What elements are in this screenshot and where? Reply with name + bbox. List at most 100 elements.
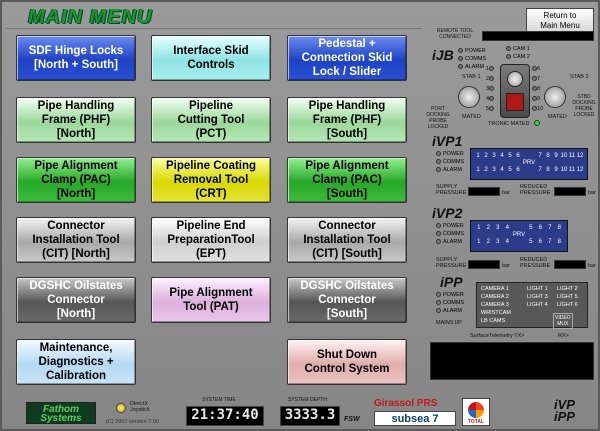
status-led-label: ALARM xyxy=(465,64,484,70)
channel-number: 8 xyxy=(537,86,541,92)
return-to-main-menu-button[interactable]: Return to Main Menu xyxy=(526,8,594,32)
ijb-channel: 4 xyxy=(486,96,495,102)
valve-number: 1 xyxy=(476,167,480,173)
channel-led-icon xyxy=(489,106,495,112)
status-led-row: CAM 2 xyxy=(506,54,530,62)
ijb-camera-leds: CAM 1 CAM 2 xyxy=(506,46,530,62)
cit-south-button[interactable]: Connector Installation Tool (CIT) [South… xyxy=(287,217,407,263)
status-led-icon xyxy=(436,167,441,173)
valve-number: 5 xyxy=(529,225,533,231)
ijb-channel: 1 xyxy=(486,66,495,72)
ivp1-title: iVP1 xyxy=(432,133,463,149)
joystick-icon xyxy=(116,403,126,413)
channel-led-icon xyxy=(489,96,495,102)
channel-number: 7 xyxy=(537,76,541,82)
shutdown-button[interactable]: Shut Down Control System xyxy=(287,339,407,385)
status-led-icon xyxy=(436,308,441,314)
status-led-label: COMMS xyxy=(443,231,465,237)
pac-south-button[interactable]: Pipe Alignment Clamp (PAC) [South] xyxy=(287,157,407,203)
ipp-status-leds: POWER COMMS ALARM xyxy=(436,292,464,316)
status-led-icon xyxy=(436,231,441,237)
valve-number: 9 xyxy=(554,167,558,173)
status-led-row: POWER xyxy=(436,151,464,159)
status-led-label: ALARM xyxy=(443,167,462,173)
stab1-connector-icon xyxy=(458,86,480,108)
valve-number: 7 xyxy=(548,225,552,231)
stab1-label: STAB 1 xyxy=(462,74,481,80)
valve-number: 7 xyxy=(538,167,542,173)
directx-joystick-label: DirectX Joystick xyxy=(130,401,150,413)
valve-number: 3 xyxy=(496,239,500,245)
ept-button[interactable]: Pipeline End PreparationTool (EPT) xyxy=(151,217,271,263)
status-led-label: ALARM xyxy=(443,239,462,245)
valve-number: 9 xyxy=(554,153,558,159)
status-panel: Return to Main Menu REMOTE TOOL CONNECTE… xyxy=(426,6,598,430)
video-mux-label: VIDEO MUX xyxy=(553,313,573,329)
valve-number: 10 xyxy=(560,153,568,159)
valve-number: 8 xyxy=(546,167,550,173)
mated-right-label: MATED xyxy=(548,114,567,120)
system-time-label: SYSTEM TIME xyxy=(202,397,236,403)
copyright-label: (C) 2007 version 7.00 xyxy=(106,419,159,425)
status-led-row: POWER xyxy=(436,223,464,231)
status-led-icon xyxy=(436,300,441,306)
junction-box-icon xyxy=(500,64,530,118)
ipp-power-pack: CAMERA 1 CAMERA 2 CAMERA 3 WRISTCAM LB CAMS L… xyxy=(476,282,588,329)
phf-south-button[interactable]: Pipe Handling Frame (PHF) [South] xyxy=(287,97,407,143)
camera-label: CAMERA 2 xyxy=(481,294,509,300)
light-label: LIGHT 5 xyxy=(557,294,578,300)
ivp2-title: iVP2 xyxy=(432,205,463,221)
dgshc-north-button[interactable]: DGSHC Oilstates Connector [North] xyxy=(16,277,136,323)
ivp2-reduced-label: REDUCED PRESSURE xyxy=(520,257,551,269)
valve-number: 12 xyxy=(576,167,584,173)
ipp-title: iPP xyxy=(440,274,463,290)
valve-number: 7 xyxy=(538,153,542,159)
pat-button[interactable]: Pipe Alignment Tool (PAT) xyxy=(151,277,271,323)
interface-skid-button[interactable]: Interface Skid Controls xyxy=(151,35,271,81)
ijb-channel: 2 xyxy=(486,76,495,82)
dgshc-south-button[interactable]: DGSHC Oilstates Connector [South] xyxy=(287,277,407,323)
status-led-label: COMMS xyxy=(465,56,487,62)
ivp1-supply-label: SUPPLY PRESSURE xyxy=(436,184,467,196)
status-led-row: POWER xyxy=(458,48,486,56)
camera-label: WRISTCAM xyxy=(481,310,511,316)
maintenance-button[interactable]: Maintenance, Diagnostics + Calibration xyxy=(16,339,136,385)
status-led-row: ALARM xyxy=(458,64,486,72)
depth-unit: FSW xyxy=(344,416,360,423)
valve-number: 5 xyxy=(508,153,512,159)
phf-north-button[interactable]: Pipe Handling Frame (PHF) [North] xyxy=(16,97,136,143)
status-led-row: ALARM xyxy=(436,239,464,247)
valve-number: 1 xyxy=(477,239,481,245)
system-depth-label: SYSTEM DEPTH xyxy=(288,397,327,403)
status-led-row: COMMS xyxy=(458,56,486,64)
valve-number: 1 xyxy=(477,225,481,231)
tronic-mated-label: TRONIC MATED xyxy=(488,121,530,127)
ivp1-supply-unit: bar xyxy=(502,190,510,196)
pac-north-button[interactable]: Pipe Alignment Clamp (PAC) [North] xyxy=(16,157,136,203)
ivp1-reduced-label: REDUCED PRESSURE xyxy=(520,184,551,196)
fathom-systems-logo: Fathom Systems xyxy=(26,402,96,424)
ijb-channel: 10 xyxy=(532,106,543,112)
channel-led-icon xyxy=(489,66,495,72)
crt-button[interactable]: Pipeline Coating Removal Tool (CRT) xyxy=(151,157,271,203)
valve-number: 2 xyxy=(486,225,490,231)
status-led-icon xyxy=(436,292,441,298)
ivp1-reduced-display xyxy=(554,187,586,196)
tronic-mated-led xyxy=(534,120,540,126)
cit-north-button[interactable]: Connector Installation Tool (CIT) [North… xyxy=(16,217,136,263)
channel-number: 9 xyxy=(537,96,541,102)
pedestal-button[interactable]: Pedestal + Connection Skid Lock / Slider xyxy=(287,35,407,81)
channel-led-icon xyxy=(489,76,495,82)
system-time-display: 21:37:40 xyxy=(186,406,264,426)
valve-number: 1 xyxy=(476,153,480,159)
ijb-status-leds: POWER COMMS ALARM xyxy=(458,48,486,72)
ivp1-reduced-unit: bar xyxy=(588,190,596,196)
status-led-icon xyxy=(436,223,441,229)
pct-button[interactable]: Pipeline Cutting Tool (PCT) xyxy=(151,97,271,143)
ivp2-reduced-display xyxy=(554,260,586,269)
camera-label: LB CAMS xyxy=(481,318,506,324)
sdf-hinge-locks-button[interactable]: SDF Hinge Locks [North + South] xyxy=(16,35,136,81)
total-logo-icon xyxy=(468,402,484,418)
total-logo-text: TOTAL xyxy=(467,419,485,425)
valve-number: 4 xyxy=(500,167,504,173)
